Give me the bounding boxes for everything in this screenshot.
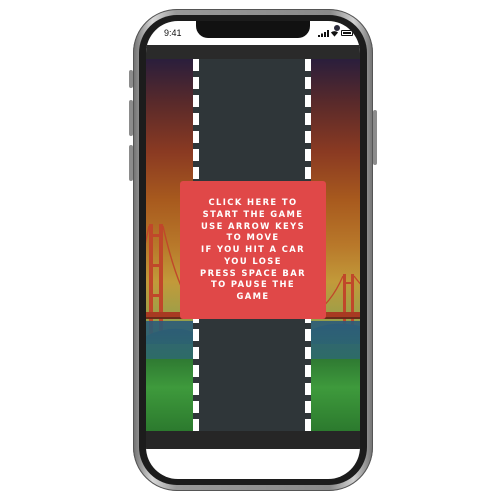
silent-switch	[129, 70, 133, 88]
status-bar: 9:41	[146, 21, 360, 45]
bottom-letterbox	[146, 431, 360, 449]
start-instruction-line: YOU LOSE	[224, 255, 282, 266]
status-time: 9:41	[164, 28, 182, 38]
game-canvas[interactable]: CLICK HERE TO START THE GAME USE ARROW KEY…	[146, 59, 360, 431]
start-instruction-line: CLICK HERE TO	[208, 196, 298, 207]
volume-up-button	[129, 100, 133, 136]
start-instruction-line: TO MOVE	[226, 232, 280, 243]
start-instruction-line: IF YOU HIT A CAR	[201, 244, 305, 255]
notch	[196, 21, 340, 38]
cellular-signal-icon	[318, 30, 329, 37]
start-instruction-line: TO PAUSE THE	[210, 279, 296, 290]
start-instruction-line: START THE GAME	[202, 208, 304, 219]
start-game-button[interactable]: CLICK HERE TO START THE GAME USE ARROW KEY…	[180, 181, 326, 319]
top-letterbox	[146, 45, 360, 59]
wifi-icon	[330, 31, 339, 37]
start-instruction-line: PRESS SPACE BAR	[200, 267, 306, 278]
phone-screen: 9:41 CLICK HERE TO START THE GAME USE AR…	[146, 21, 360, 479]
battery-icon	[341, 30, 353, 36]
start-instruction-line: GAME	[236, 291, 270, 302]
start-instruction-line: USE ARROW KEYS	[200, 220, 306, 231]
power-button	[373, 110, 377, 165]
volume-down-button	[129, 145, 133, 181]
